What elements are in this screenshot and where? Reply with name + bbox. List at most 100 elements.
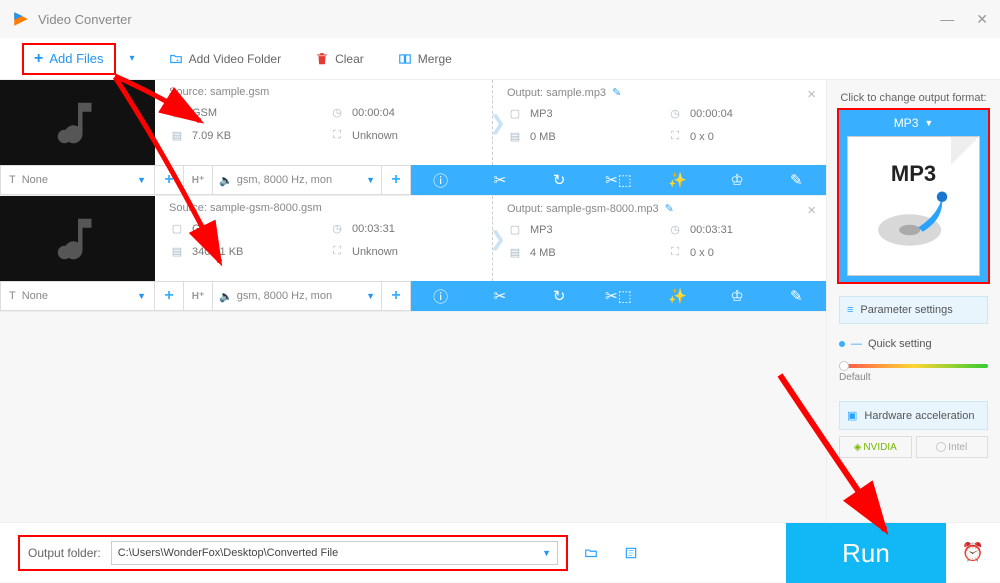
quality-slider[interactable] [839,364,988,368]
source-duration: 00:03:31 [352,223,395,235]
right-panel: Click to change output format: MP3 ▼ MP3 … [826,80,1000,522]
speaker-icon: 🔈 [219,290,233,303]
intel-chip[interactable]: Intel [916,436,989,458]
open-file-button[interactable] [616,538,646,568]
source-size: 7.09 KB [192,130,231,142]
music-note-icon [51,212,105,266]
add-files-button[interactable]: + Add Files [24,45,114,73]
dot-icon [839,341,845,347]
sliders-icon: ≡ [847,304,853,316]
source-format: GSM [192,223,217,235]
parameter-settings-button[interactable]: ≡ Parameter settings [839,296,988,324]
folder-plus-icon: + [169,52,183,66]
arrow-right-icon: ❯ [489,226,506,251]
source-resolution: Unknown [352,246,398,258]
file-thumbnail[interactable] [0,80,155,165]
speaker-icon: 🔈 [219,174,233,187]
add-audio-button[interactable]: + [381,281,411,311]
clock-icon: ◷ [667,223,683,236]
output-folder-input[interactable]: C:\Users\WonderFox\Desktop\Converted Fil… [111,541,558,565]
audio-track-dropdown[interactable]: 🔈gsm, 8000 Hz, mon▼ [212,165,382,195]
close-window-button[interactable]: ✕ [976,11,988,28]
edit-output-icon[interactable]: ✎ [612,86,621,99]
output-format-selector[interactable]: MP3 ▼ MP3 [839,110,988,282]
hw-decode-button[interactable]: H⁺ [183,281,213,311]
hw-decode-button[interactable]: H⁺ [183,165,213,195]
size-icon: ▤ [507,130,523,143]
rotate-button[interactable]: ↻ [530,165,589,195]
size-icon: ▤ [507,246,523,259]
format-hint: Click to change output format: [839,92,988,104]
chip-icon: ▣ [847,409,857,422]
output-format: MP3 [530,224,553,236]
watermark-button[interactable]: ♔ [707,165,766,195]
merge-button[interactable]: Merge [398,52,452,66]
output-size: 4 MB [530,247,556,259]
source-resolution: Unknown [352,130,398,142]
main-toolbar: + Add Files ▾ + Add Video Folder Clear M… [0,38,1000,80]
output-folder-wrap: Output folder: C:\Users\WonderFox\Deskto… [20,537,566,569]
output-resolution: 0 x 0 [690,247,714,259]
edit-button[interactable]: ✎ [767,165,826,195]
effects-button[interactable]: ✨ [648,165,707,195]
clear-label: Clear [335,52,364,66]
cut-button[interactable]: ✂ [470,165,529,195]
app-logo-icon [12,10,30,28]
arrow-right-icon: ❯ [489,110,506,135]
clock-icon: ◷ [329,222,345,235]
add-subtitle-button[interactable]: + [154,165,184,195]
rotate-button[interactable]: ↻ [530,281,589,311]
info-button[interactable]: ⓘ [411,165,470,195]
size-icon: ▤ [169,129,185,142]
edit-output-icon[interactable]: ✎ [665,202,674,215]
output-resolution: 0 x 0 [690,131,714,143]
format-icon: ▢ [169,222,185,235]
subtitle-dropdown[interactable]: TNone▼ [0,281,155,311]
size-icon: ▤ [169,245,185,258]
add-files-chevron-icon[interactable]: ▾ [130,53,135,64]
merge-label: Merge [418,52,452,66]
source-header: Source: sample-gsm-8000.gsm [169,202,478,214]
nvidia-chip[interactable]: ◈NVIDIA [839,436,912,458]
title-bar: Video Converter — ✕ [0,0,1000,38]
edit-button[interactable]: ✎ [767,281,826,311]
file-thumbnail[interactable] [0,196,155,281]
resolution-icon: ⛶ [667,130,683,143]
hardware-accel-button[interactable]: ▣ Hardware acceleration [839,401,988,430]
add-subtitle-button[interactable]: + [154,281,184,311]
run-button[interactable]: Run [786,523,946,583]
output-folder-path: C:\Users\WonderFox\Desktop\Converted Fil… [118,547,339,559]
chevron-down-icon: ▼ [366,291,375,301]
output-folder-label: Output folder: [28,546,101,560]
clear-button[interactable]: Clear [315,52,364,66]
add-files-label: Add Files [49,51,103,66]
subtitle-dropdown[interactable]: TNone▼ [0,165,155,195]
chevron-down-icon: ▼ [924,118,933,128]
minimize-button[interactable]: — [940,11,954,28]
format-name: MP3 [894,116,919,130]
info-button[interactable]: ⓘ [411,281,470,311]
chevron-down-icon: ▼ [542,548,551,558]
open-folder-button[interactable] [576,538,606,568]
crop-button[interactable]: ✂⬚ [589,281,648,311]
subtitle-icon: T [9,174,16,186]
resolution-icon: ⛶ [329,245,345,258]
chevron-down-icon: ▼ [137,175,146,185]
add-folder-label: Add Video Folder [189,52,282,66]
subtitle-value: None [22,290,48,302]
watermark-button[interactable]: ♔ [707,281,766,311]
cut-button[interactable]: ✂ [470,281,529,311]
audio-track-value: gsm, 8000 Hz, mon [237,174,332,186]
audio-track-dropdown[interactable]: 🔈gsm, 8000 Hz, mon▼ [212,281,382,311]
param-settings-label: Parameter settings [860,304,952,316]
crop-button[interactable]: ✂⬚ [589,165,648,195]
quick-setting-label: — Quick setting [839,338,988,350]
clock-icon: ◷ [329,106,345,119]
add-audio-button[interactable]: + [381,165,411,195]
file-list: × Source: sample.gsm ▢GSM ◷00:00:04 ▤7.0… [0,80,826,522]
schedule-button[interactable]: ⏰ [960,540,986,566]
app-title: Video Converter [38,12,132,27]
effects-button[interactable]: ✨ [648,281,707,311]
format-preview-icon: MP3 [847,136,980,276]
add-folder-button[interactable]: + Add Video Folder [169,52,282,66]
